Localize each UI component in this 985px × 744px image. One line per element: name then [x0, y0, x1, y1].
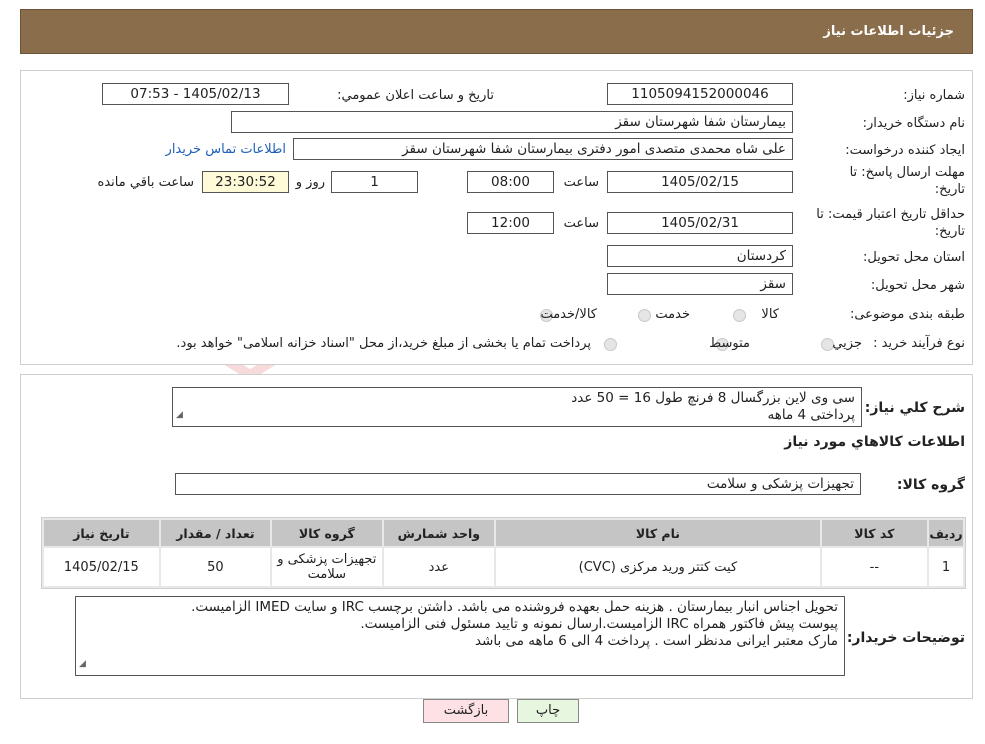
- buyer-notes-line-3: مارک معتبر ایرانی مدنظر است . پرداخت 4 ا…: [474, 633, 838, 649]
- buyer-notes-line-2: پیوست پیش فاکتور همراه IRC الزامیست.ارسا…: [360, 616, 838, 632]
- col-code: کد کالا: [821, 520, 928, 546]
- print-button[interactable]: چاپ: [517, 699, 579, 723]
- province-field: کردستان: [607, 245, 793, 267]
- announce-field: 1405/02/13 - 07:53: [102, 83, 289, 105]
- creator-field: علی شاه محمدی متصدی امور دفتری بیمارستان…: [293, 138, 793, 160]
- cell-row: 1: [929, 548, 963, 586]
- deadline-date-field: 1405/02/15: [607, 171, 793, 193]
- city-field: سقز: [607, 273, 793, 295]
- days-label: روز و: [295, 175, 325, 190]
- category-option-service: خدمت: [655, 307, 690, 322]
- process-option-minor: جزيي: [832, 336, 862, 351]
- cell-unit: عدد: [383, 548, 495, 586]
- buyer-notes-textarea: تحویل اجناس انبار بیمارستان . هزینه حمل …: [75, 596, 845, 676]
- col-unit: واحد شمارش: [383, 520, 495, 546]
- goods-table: رديف کد کالا نام کالا واحد شمارش گروه کا…: [41, 517, 966, 589]
- cell-qty: 50: [160, 548, 271, 586]
- cell-date: 1405/02/15: [44, 548, 159, 586]
- category-option-goods-service: کالا/خدمت: [540, 307, 597, 322]
- resize-handle-icon[interactable]: ◢: [79, 656, 86, 673]
- province-label: استان محل تحويل:: [863, 250, 965, 265]
- description-line-2: پرداختی 4 ماهه: [767, 407, 855, 423]
- col-name: نام کالا: [496, 520, 820, 546]
- goods-group-field: تجهيزات پزشکی و سلامت: [175, 473, 861, 495]
- days-field: 1: [331, 171, 418, 193]
- buyer-notes-line-1: تحویل اجناس انبار بیمارستان . هزینه حمل …: [191, 599, 838, 615]
- buyer-contact-link[interactable]: اطلاعات تماس خريدار: [166, 142, 286, 157]
- col-qty: تعداد / مقدار: [160, 520, 271, 546]
- goods-table-header: رديف کد کالا نام کالا واحد شمارش گروه کا…: [44, 520, 963, 546]
- process-checkbox-treasury[interactable]: [604, 338, 617, 351]
- goods-panel: شرح کلي نياز: سی وی لاین بزرگسال 8 فرنچ …: [20, 374, 973, 699]
- goods-group-label: گروه کالا:: [896, 477, 965, 493]
- resize-handle-icon[interactable]: ◢: [176, 407, 183, 424]
- announce-label: تاریخ و ساعت اعلان عمومي:: [337, 88, 494, 103]
- table-row: 1 -- کیت کتتر ورید مرکزی (CVC) عدد تجهيز…: [44, 548, 963, 586]
- category-radio-service[interactable]: [638, 309, 651, 322]
- category-label: طبقه بندی موضوعی:: [849, 307, 965, 322]
- page-title: جزئیات اطلاعات نیاز: [823, 24, 954, 39]
- process-note: پرداخت تمام يا بخشی از مبلغ خريد،از محل …: [176, 336, 591, 351]
- description-label: شرح کلي نياز:: [864, 400, 965, 416]
- category-radio-goods[interactable]: [733, 309, 746, 322]
- process-option-medium: متوسط: [709, 336, 750, 351]
- cell-name: کیت کتتر ورید مرکزی (CVC): [496, 548, 820, 586]
- buyer-org-label: نام دستگاه خريدار:: [862, 116, 965, 131]
- deadline-label: مهلت ارسال پاسخ: تا: [849, 165, 965, 180]
- cell-group: تجهيزات پزشکی و سلامت: [272, 548, 382, 586]
- need-number-field: 1105094152000046: [607, 83, 793, 105]
- buyer-notes-label: توضيحات خريدار:: [846, 630, 965, 646]
- validity-time-label: ساعت: [563, 216, 599, 231]
- need-number-label: شماره نیاز:: [903, 88, 965, 103]
- category-option-goods: کالا: [761, 307, 779, 322]
- validity-date-field: 1405/02/31: [607, 212, 793, 234]
- validity-label-date: تاریخ:: [934, 224, 965, 239]
- col-date: تاریخ نیاز: [44, 520, 159, 546]
- deadline-label-date: تاریخ:: [934, 182, 965, 197]
- description-line-1: سی وی لاین بزرگسال 8 فرنچ طول 16 = 50 عد…: [571, 390, 855, 406]
- need-info-panel: شماره نیاز: 1105094152000046 تاریخ و ساع…: [20, 70, 973, 365]
- validity-label: حداقل تاريخ اعتبار قيمت: تا: [816, 207, 965, 222]
- description-textarea: سی وی لاین بزرگسال 8 فرنچ طول 16 = 50 عد…: [172, 387, 862, 427]
- buyer-org-field: بيمارستان شفا شهرستان سقز: [231, 111, 793, 133]
- city-label: شهر محل تحويل:: [870, 278, 965, 293]
- remaining-time-field: 23:30:52: [202, 171, 289, 193]
- validity-time-field: 12:00: [467, 212, 554, 234]
- col-row: رديف: [929, 520, 963, 546]
- back-button[interactable]: بازگشت: [423, 699, 509, 723]
- process-label: نوع فرآيند خريد :: [873, 336, 965, 351]
- remaining-label: ساعت باقي مانده: [97, 175, 194, 190]
- col-group: گروه کالا: [272, 520, 382, 546]
- page-header: جزئیات اطلاعات نیاز: [20, 9, 973, 54]
- creator-label: ایجاد کننده درخواست:: [845, 143, 965, 158]
- deadline-time-label: ساعت: [563, 175, 599, 190]
- deadline-time-field: 08:00: [467, 171, 554, 193]
- cell-code: --: [821, 548, 928, 586]
- goods-section-title: اطلاعات کالاهاي مورد نياز: [784, 434, 965, 450]
